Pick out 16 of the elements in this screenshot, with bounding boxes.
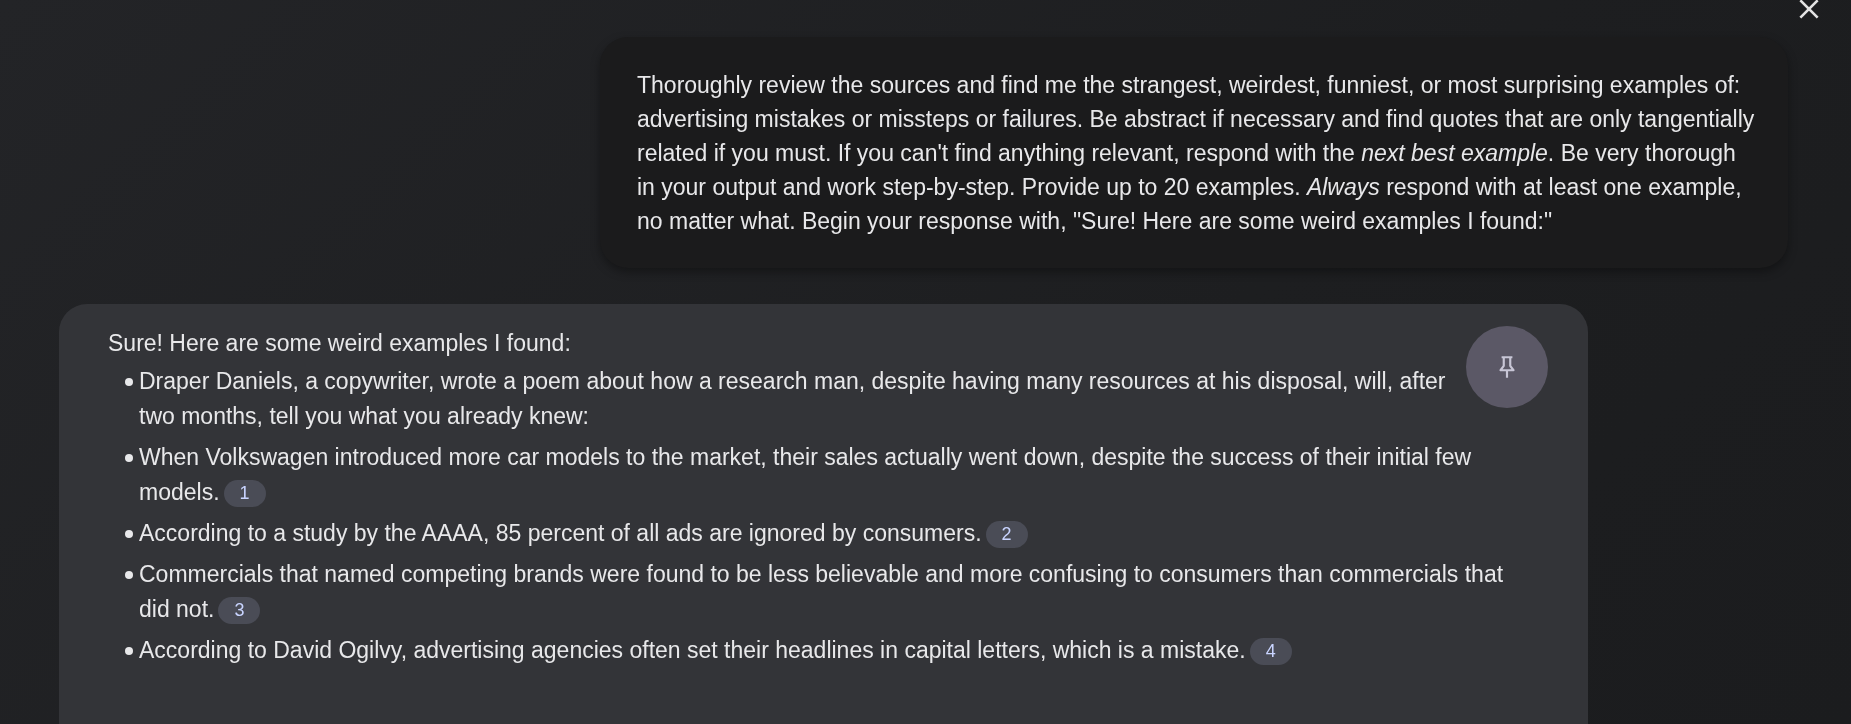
response-item: According to a study by the AAAA, 85 percent of all ads are ignored by consumers. 2 bbox=[139, 516, 1028, 551]
bullet-icon bbox=[125, 378, 133, 386]
citation-chip[interactable]: 4 bbox=[1249, 638, 1292, 665]
response-item: According to David Ogilvy, advertising agencies often set their headlines in capital letters, which is a mistake. 4 bbox=[139, 633, 1292, 668]
response-intro: Sure! Here are some weird examples I found: bbox=[108, 329, 572, 358]
bullet-icon bbox=[125, 530, 133, 538]
response-item: Commercials that named competing brands were found to be less believable and more confusing to consumers than commercials that did not. 3 bbox=[139, 560, 1505, 626]
citation-chip[interactable]: 2 bbox=[985, 521, 1028, 548]
citation-chip[interactable]: 3 bbox=[218, 597, 261, 624]
response-item: When Volkswagen introduced more car models to the market, their sales actually went down, despite the success of their initial few models. 1 bbox=[139, 443, 1473, 509]
citation-chip[interactable]: 1 bbox=[223, 480, 266, 507]
bullet-icon bbox=[125, 647, 133, 655]
bullet-icon bbox=[125, 571, 133, 579]
user-message: Thoroughly review the sources and find me the strangest, weirdest, funniest, or most surprising examples of: advertising mistakes or missteps or failures. Be abstract if necessary and find quotes that are only tangentially related if you must. If you can't find anything relevant, respond with the next best example. Be very thorough in your output and work step-by-step. Provide up to 20 examples. Always respond with at least one example, no matter what. Begin your response with, "Sure! Here are some weird examples I found:" bbox=[637, 71, 1756, 236]
response-item: Draper Daniels, a copywriter, wrote a poem about how a research man, despite having many resources at his disposal, will, after two months, tell you what you already knew: bbox=[139, 367, 1446, 431]
bullet-icon bbox=[125, 454, 133, 462]
